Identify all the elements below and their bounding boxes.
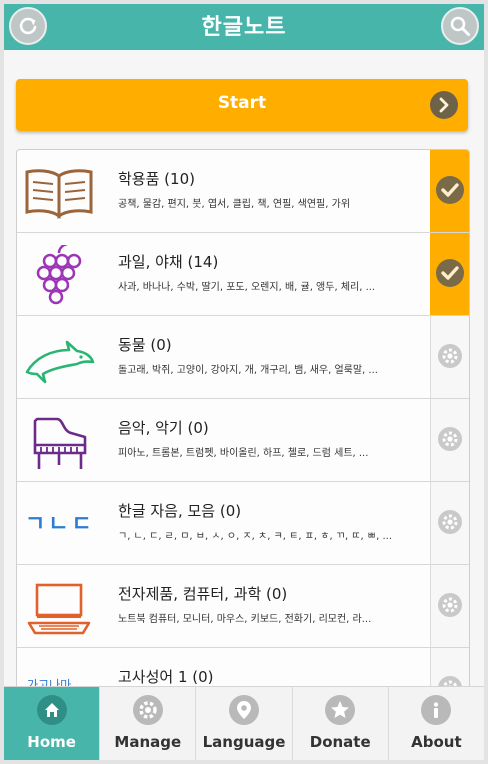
chevron-right-icon bbox=[430, 91, 458, 119]
location-pin-icon bbox=[237, 701, 251, 719]
category-row-fruits-vegetables[interactable]: 과일, 야채 (14) 사과, 바나나, 수박, 딸기, 포도, 오렌지, 배,… bbox=[17, 233, 469, 316]
tab-home[interactable]: Home bbox=[4, 687, 101, 760]
start-label: Start bbox=[217, 93, 267, 113]
star-icon bbox=[331, 701, 350, 718]
tab-donate[interactable]: Donate bbox=[293, 687, 389, 760]
search-button[interactable] bbox=[441, 7, 479, 45]
category-words: 사과, 바나나, 수박, 딸기, 포도, 오렌지, 배, 귤, 앵두, 체리, … bbox=[118, 282, 376, 293]
category-title: 동물 (0) bbox=[118, 336, 172, 354]
category-title: 음악, 악기 (0) bbox=[118, 419, 209, 437]
tab-label: Language bbox=[202, 733, 286, 751]
category-words: 피아노, 트롬본, 트럼펫, 바이올린, 하프, 첼로, 드럼 세트, ... bbox=[118, 448, 369, 459]
tab-manage[interactable]: Manage bbox=[100, 687, 197, 760]
check-icon bbox=[441, 183, 459, 197]
tab-label: About bbox=[411, 733, 462, 751]
category-row-animals[interactable]: 동물 (0) 돌고래, 박쥐, 고양이, 강아지, 개, 개구리, 뱀, 새우,… bbox=[17, 316, 469, 399]
search-icon bbox=[450, 16, 470, 36]
category-row-school-supplies[interactable]: 학용품 (10) 공책, 물감, 편지, 붓, 엽서, 클립, 책, 연필, 색… bbox=[17, 150, 469, 233]
check-icon bbox=[441, 266, 459, 280]
app-header: 한글노트 bbox=[4, 4, 484, 50]
grapes-icon bbox=[36, 245, 82, 305]
home-icon bbox=[44, 703, 59, 717]
gear-icon bbox=[438, 593, 462, 617]
tab-label: Manage bbox=[114, 733, 182, 751]
select-toggle[interactable] bbox=[430, 233, 469, 315]
category-words: 노트북 컴퓨터, 모니터, 마우스, 키보드, 전화기, 리모컨, 라... bbox=[118, 614, 372, 625]
dolphin-icon bbox=[25, 340, 95, 384]
category-title: 고사성어 1 (0) bbox=[118, 668, 214, 686]
settings-toggle[interactable] bbox=[430, 565, 469, 647]
piano-icon bbox=[33, 417, 87, 469]
tab-about[interactable]: About bbox=[389, 687, 484, 760]
category-words: 공책, 물감, 편지, 붓, 엽서, 클립, 책, 연필, 색연필, 가위 bbox=[118, 199, 351, 210]
category-row-electronics[interactable]: 전자제품, 컴퓨터, 과학 (0) 노트북 컴퓨터, 모니터, 마우스, 키보드… bbox=[17, 565, 469, 648]
category-title: 한글 자음, 모음 (0) bbox=[118, 502, 242, 520]
category-words: ㄱ, ㄴ, ㄷ, ㄹ, ㅁ, ㅂ, ㅅ, ㅇ, ㅈ, ㅊ, ㅋ, ㅌ, ㅍ, ㅎ… bbox=[118, 531, 393, 542]
app-frame: 한글노트 Start 학용품 (10) 공책, 물감, 편지, 붓, 엽서, 클… bbox=[4, 4, 484, 760]
category-title: 학용품 (10) bbox=[118, 170, 195, 188]
book-icon bbox=[25, 169, 93, 219]
gear-icon bbox=[139, 701, 157, 719]
tab-label: Donate bbox=[309, 733, 371, 751]
category-row-hangul-letters[interactable]: ㄱㄴㄷ 한글 자음, 모음 (0) ㄱ, ㄴ, ㄷ, ㄹ, ㅁ, ㅂ, ㅅ, ㅇ… bbox=[17, 482, 469, 565]
category-row-idioms[interactable]: 가고나마 고사성어 1 (0) bbox=[17, 648, 469, 690]
tab-language[interactable]: Language bbox=[196, 687, 293, 760]
select-toggle[interactable] bbox=[430, 150, 469, 232]
settings-toggle[interactable] bbox=[430, 482, 469, 564]
bottom-tab-bar: Home Manage Language Donate About bbox=[4, 686, 484, 760]
info-icon bbox=[434, 702, 439, 718]
start-button[interactable]: Start bbox=[16, 79, 468, 131]
category-row-music-instruments[interactable]: 음악, 악기 (0) 피아노, 트롬본, 트럼펫, 바이올린, 하프, 첼로, … bbox=[17, 399, 469, 482]
tab-label: Home bbox=[27, 733, 76, 751]
settings-toggle[interactable] bbox=[430, 399, 469, 481]
laptop-icon bbox=[27, 583, 91, 635]
category-title: 전자제품, 컴퓨터, 과학 (0) bbox=[118, 585, 288, 603]
hangul-letters-icon: ㄱㄴㄷ bbox=[25, 512, 95, 537]
gear-icon bbox=[438, 427, 462, 451]
app-title: 한글노트 bbox=[201, 15, 287, 40]
gear-icon bbox=[438, 344, 462, 368]
settings-toggle[interactable] bbox=[430, 648, 469, 690]
category-words: 돌고래, 박쥐, 고양이, 강아지, 개, 개구리, 뱀, 새우, 얼룩말, .… bbox=[118, 365, 378, 376]
gear-icon bbox=[438, 510, 462, 534]
category-list: 학용품 (10) 공책, 물감, 편지, 붓, 엽서, 클립, 책, 연필, 색… bbox=[16, 149, 470, 690]
category-title: 과일, 야채 (14) bbox=[118, 253, 219, 271]
settings-toggle[interactable] bbox=[430, 316, 469, 398]
